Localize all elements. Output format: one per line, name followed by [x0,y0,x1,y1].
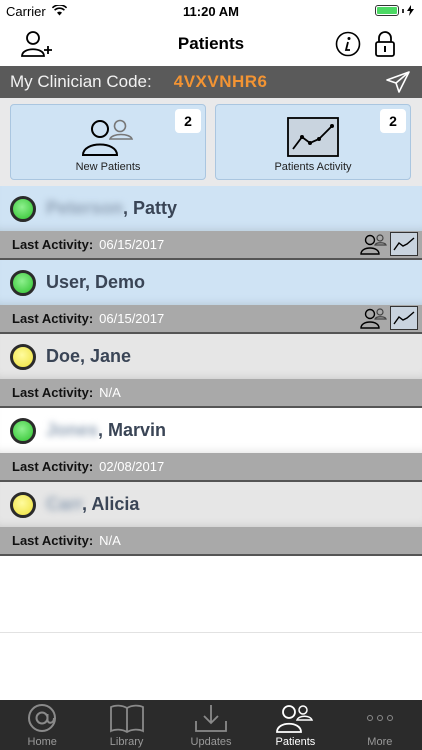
patient-activity-bar: Last Activity: 02/08/2017 [0,453,422,480]
status-indicator-yellow [10,343,36,370]
patient-row-header: Peterson, Patty [0,186,422,231]
patient-row-header: Carr, Alicia [0,482,422,527]
patient-row-header: Jones, Marvin [0,408,422,453]
status-indicator-green [10,269,36,296]
patient-row[interactable]: User, Demo Last Activity: 06/15/2017 [0,260,422,334]
last-activity-label: Last Activity: [12,311,94,326]
status-bar: Carrier 11:20 AM [0,0,422,22]
tab-home[interactable]: Home [0,700,84,750]
info-icon [335,31,361,57]
clinician-code-value: 4VXVNHR6 [173,72,268,91]
patient-name: Jones, Marvin [46,420,166,441]
status-indicator-yellow [10,491,36,518]
tab-library[interactable]: Library [84,700,168,750]
patient-row-header: Doe, Jane [0,334,422,379]
last-activity-label: Last Activity: [12,237,94,252]
patient-row-header: User, Demo [0,260,422,305]
patient-row[interactable]: Peterson, Patty Last Activity: 06/15/201… [0,186,422,260]
list-divider [0,632,422,633]
last-activity-value: 06/15/2017 [99,311,165,326]
book-icon [109,702,145,734]
tab-bar: Home Library Updates Patients More [0,700,422,750]
send-icon [386,71,410,93]
patient-name-visible: User, Demo [46,272,146,292]
patient-activity-bar: Last Activity: N/A [0,527,422,554]
patients-activity-badge: 2 [380,109,406,133]
patients-activity-label: Patients Activity [274,161,352,173]
summary-tiles: 2 New Patients 2 Patients Activity [0,98,422,186]
users-icon[interactable] [360,306,388,330]
patient-name: Doe, Jane [46,346,131,367]
tab-more[interactable]: More [338,700,422,750]
status-time: 11:20 AM [183,4,239,19]
patient-list: Peterson, Patty Last Activity: 06/15/201… [0,186,422,556]
tab-home-label: Home [27,736,57,748]
lock-icon [375,31,395,57]
patient-row[interactable]: Carr, Alicia Last Activity: N/A [0,482,422,556]
clinician-code-bar: My Clinician Code: 4VXVNHR6 [0,66,422,98]
nav-bar: Patients [0,22,422,66]
last-activity-value: 02/08/2017 [99,459,165,474]
tab-patients[interactable]: Patients [253,700,337,750]
status-indicator-green [10,195,36,222]
last-activity-label: Last Activity: [12,459,94,474]
patient-activity-bar: Last Activity: N/A [0,379,422,406]
last-activity-label: Last Activity: [12,385,94,400]
patient-name-hidden: Peterson [46,198,124,218]
patient-name-visible: , Patty [123,198,178,218]
users-icon[interactable] [360,232,388,256]
patient-activity-bar: Last Activity: 06/15/2017 [0,305,422,332]
new-patients-badge: 2 [175,109,201,133]
patient-name-visible: Doe, Jane [46,346,132,366]
status-indicator-green [10,417,36,444]
last-activity-value: N/A [99,533,121,548]
download-icon [194,702,228,734]
patient-name-visible: , Marvin [98,420,167,440]
line-chart-icon[interactable] [390,232,418,256]
more-icon [365,702,395,734]
patient-row[interactable]: Doe, Jane Last Activity: N/A [0,334,422,408]
last-activity-label: Last Activity: [12,533,94,548]
tab-more-label: More [367,736,393,748]
patient-name: User, Demo [46,272,145,293]
patient-name-hidden: Jones [46,420,99,440]
clinician-code-label: My Clinician Code: [10,72,152,91]
patient-name-hidden: Carr [46,494,83,514]
patient-row[interactable]: Jones, Marvin Last Activity: 02/08/2017 [0,408,422,482]
lock-button[interactable] [369,28,401,60]
tab-library-label: Library [109,736,144,748]
tab-updates[interactable]: Updates [169,700,253,750]
tab-updates-label: Updates [190,736,232,748]
last-activity-value: N/A [99,385,121,400]
last-activity-value: 06/15/2017 [99,237,165,252]
new-patients-tile[interactable]: 2 New Patients [10,104,206,180]
patient-activity-bar: Last Activity: 06/15/2017 [0,231,422,258]
new-patients-label: New Patients [75,161,141,173]
tab-patients-label: Patients [275,736,316,748]
patient-name-visible: , Alicia [82,494,140,514]
patient-name: Carr, Alicia [46,494,139,515]
info-button[interactable] [332,28,364,60]
line-chart-icon[interactable] [390,306,418,330]
at-icon [27,702,57,734]
patient-name: Peterson, Patty [46,198,177,219]
patients-activity-tile[interactable]: 2 Patients Activity [215,104,411,180]
battery-icon [375,5,414,16]
users-icon [275,702,315,734]
send-code-button[interactable] [386,71,410,93]
